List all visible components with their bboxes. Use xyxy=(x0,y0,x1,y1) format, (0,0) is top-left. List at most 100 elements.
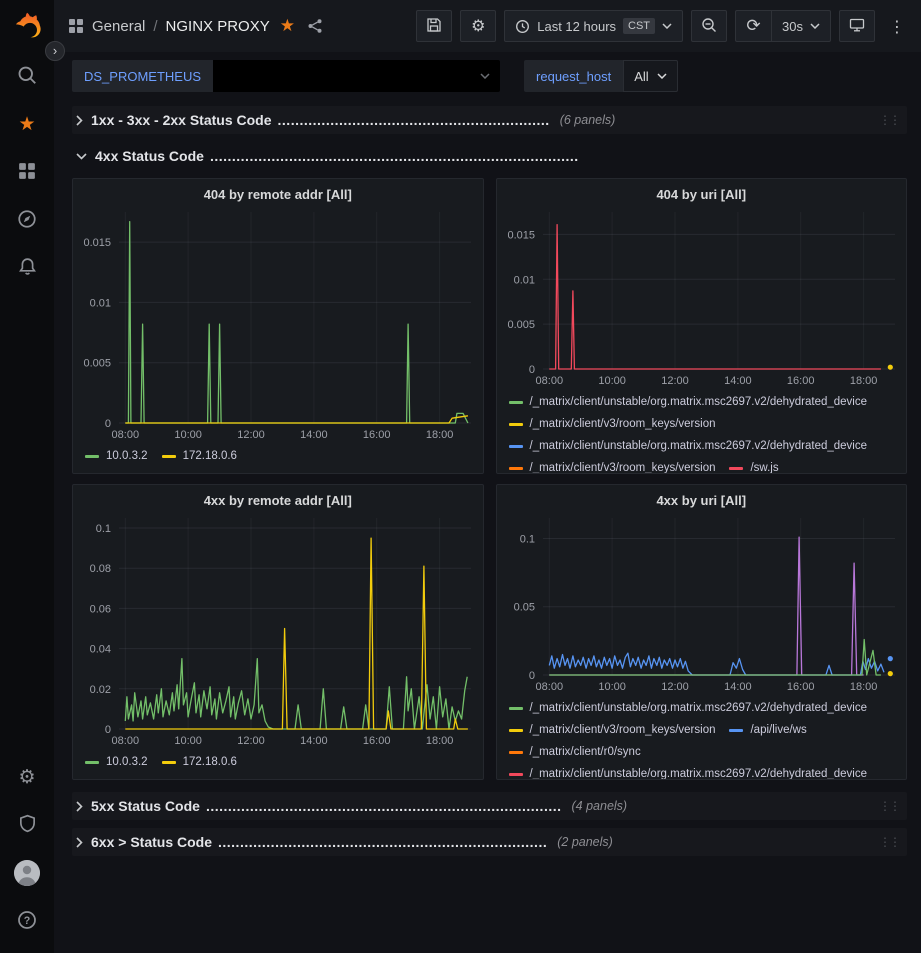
chart-4xx-by-uri[interactable]: 08:0010:0012:0014:0016:0018:0000.050.1 xyxy=(497,510,907,695)
legend-item[interactable]: 172.18.0.6 xyxy=(162,445,237,467)
legend-item[interactable]: /api/live/ws xyxy=(729,719,806,741)
chart-4xx-by-remote-addr[interactable]: 08:0010:0012:0014:0016:0018:0000.020.040… xyxy=(73,510,483,749)
row-drag-handle[interactable]: ⋮⋮ xyxy=(879,113,901,127)
svg-text:10:00: 10:00 xyxy=(174,735,202,747)
svg-text:14:00: 14:00 xyxy=(300,429,328,441)
variable-request-host-value[interactable]: All xyxy=(623,60,677,92)
chart-404-by-remote-addr[interactable]: 08:0010:0012:0014:0016:0018:0000.0050.01… xyxy=(73,204,483,443)
panel-title[interactable]: 404 by uri [All] xyxy=(497,179,907,204)
panel-title[interactable]: 4xx by uri [All] xyxy=(497,485,907,510)
legend-swatch xyxy=(509,423,523,426)
sidebar-item-search[interactable] xyxy=(0,52,54,100)
legend-item[interactable]: 10.0.3.2 xyxy=(85,445,148,467)
legend-item[interactable]: /sw.js xyxy=(729,457,778,473)
svg-text:0.05: 0.05 xyxy=(513,602,534,614)
monitor-icon xyxy=(849,17,865,36)
sidebar-item-configuration[interactable]: ⚙ xyxy=(0,753,54,801)
refresh-button[interactable]: ⟳ xyxy=(735,10,771,42)
sidebar-item-explore[interactable] xyxy=(0,196,54,244)
save-dashboard-button[interactable] xyxy=(416,10,452,42)
svg-text:0.08: 0.08 xyxy=(90,563,111,575)
time-range-label: Last 12 hours xyxy=(537,19,616,34)
panel-grid: 404 by remote addr [All] 08:0010:0012:00… xyxy=(72,178,907,780)
chart-svg: 08:0010:0012:0014:0016:0018:0000.020.040… xyxy=(73,510,483,749)
svg-text:18:00: 18:00 xyxy=(849,681,877,693)
panel-title[interactable]: 404 by remote addr [All] xyxy=(73,179,483,204)
panel-title[interactable]: 4xx by remote addr [All] xyxy=(73,485,483,510)
sidebar-item-alerting[interactable] xyxy=(0,244,54,292)
sidebar-item-starred[interactable]: ★ xyxy=(0,100,54,148)
refresh-icon: ⟳ xyxy=(746,18,760,35)
legend-label: /_matrix/client/unstable/org.matrix.msc2… xyxy=(530,702,868,714)
time-range-picker[interactable]: Last 12 hours CST xyxy=(504,10,683,42)
svg-text:12:00: 12:00 xyxy=(661,375,689,387)
legend-item[interactable]: 10.0.3.2 xyxy=(85,751,148,773)
variable-datasource-label[interactable]: DS_PROMETHEUS xyxy=(72,60,213,92)
sidebar-expand-button[interactable]: › xyxy=(45,41,65,61)
row-5xx-status-code[interactable]: 5xx Status Code ........................… xyxy=(72,792,907,820)
sidebar-item-profile[interactable] xyxy=(0,849,54,897)
chevron-down-icon xyxy=(480,73,490,79)
row-title: 1xx - 3xx - 2xx Status Code xyxy=(91,112,272,128)
tv-mode-button[interactable] xyxy=(839,10,875,42)
kebab-menu-button[interactable]: ⋮ xyxy=(883,13,911,40)
zoom-out-button[interactable] xyxy=(691,10,727,42)
row-6xx-status-code[interactable]: 6xx > Status Code ......................… xyxy=(72,828,907,856)
legend-label: /_matrix/client/v3/room_keys/version xyxy=(530,462,716,473)
row-title: 4xx Status Code xyxy=(95,148,204,164)
grafana-logo[interactable] xyxy=(11,10,43,42)
row-drag-handle[interactable]: ⋮⋮ xyxy=(879,835,901,849)
row-drag-handle[interactable]: ⋮⋮ xyxy=(879,799,901,813)
legend-item[interactable]: /_matrix/client/v3/room_keys/version xyxy=(509,457,716,473)
legend-item[interactable]: 172.18.0.6 xyxy=(162,751,237,773)
gear-icon: ⚙ xyxy=(471,18,485,34)
legend-swatch xyxy=(729,729,743,732)
row-dots: ........................................… xyxy=(210,148,579,164)
row-panel-count: (4 panels) xyxy=(572,799,628,813)
legend-swatch xyxy=(509,751,523,754)
chevron-right-icon xyxy=(76,837,83,848)
chevron-down-icon xyxy=(810,23,820,29)
legend-label: 172.18.0.6 xyxy=(183,450,237,462)
breadcrumb-title[interactable]: NGINX PROXY xyxy=(166,18,270,35)
main-area: General / NGINX PROXY ★ ⚙ xyxy=(54,0,921,953)
panel-legend: 10.0.3.2 172.18.0.6 xyxy=(73,749,483,779)
row-1xx-3xx-2xx-status-code[interactable]: 1xx - 3xx - 2xx Status Code ............… xyxy=(72,106,907,134)
panel-legend: /_matrix/client/unstable/org.matrix.msc2… xyxy=(497,389,907,473)
svg-text:0.1: 0.1 xyxy=(519,534,534,546)
legend-swatch xyxy=(85,761,99,764)
topbar: General / NGINX PROXY ★ ⚙ xyxy=(54,0,921,52)
legend-item[interactable]: /_matrix/client/unstable/org.matrix.msc2… xyxy=(509,435,868,457)
sidebar-item-server-admin[interactable] xyxy=(0,801,54,849)
legend-item[interactable]: /_matrix/client/unstable/org.matrix.msc2… xyxy=(509,697,868,719)
legend-item[interactable]: /_matrix/client/r0/sync xyxy=(509,741,641,763)
legend-swatch xyxy=(85,455,99,458)
legend-swatch xyxy=(162,761,176,764)
save-icon xyxy=(426,17,442,36)
chart-404-by-uri[interactable]: 08:0010:0012:0014:0016:0018:0000.0050.01… xyxy=(497,204,907,389)
svg-text:18:00: 18:00 xyxy=(849,375,877,387)
legend-item[interactable]: /_matrix/client/v3/room_keys/version xyxy=(509,719,716,741)
legend-item[interactable]: /_matrix/client/v3/room_keys/version xyxy=(509,413,716,435)
favorite-star-icon[interactable]: ★ xyxy=(280,16,295,36)
row-4xx-status-code[interactable]: 4xx Status Code ........................… xyxy=(72,142,907,170)
breadcrumb-section[interactable]: General xyxy=(92,18,145,35)
variable-request-host-label[interactable]: request_host xyxy=(524,60,623,92)
share-icon[interactable] xyxy=(307,18,323,34)
svg-text:0.005: 0.005 xyxy=(507,319,535,331)
svg-text:0.04: 0.04 xyxy=(90,644,111,656)
bell-icon xyxy=(18,257,37,279)
svg-text:0: 0 xyxy=(528,670,534,682)
topbar-actions: ⚙ Last 12 hours CST xyxy=(416,10,911,42)
legend-item[interactable]: /_matrix/client/unstable/org.matrix.msc2… xyxy=(509,391,868,413)
sidebar-item-help[interactable]: ? xyxy=(0,897,54,945)
sidebar-item-dashboards[interactable] xyxy=(0,148,54,196)
sidebar-top-nav: ★ xyxy=(0,52,54,292)
legend-label: /sw.js xyxy=(750,462,778,473)
row-title: 6xx > Status Code xyxy=(91,834,212,850)
legend-item[interactable]: /_matrix/client/unstable/org.matrix.msc2… xyxy=(509,763,868,779)
variable-datasource-value[interactable] xyxy=(213,60,500,92)
refresh-interval-picker[interactable]: 30s xyxy=(771,10,831,42)
svg-text:18:00: 18:00 xyxy=(426,429,454,441)
dashboard-settings-button[interactable]: ⚙ xyxy=(460,10,496,42)
